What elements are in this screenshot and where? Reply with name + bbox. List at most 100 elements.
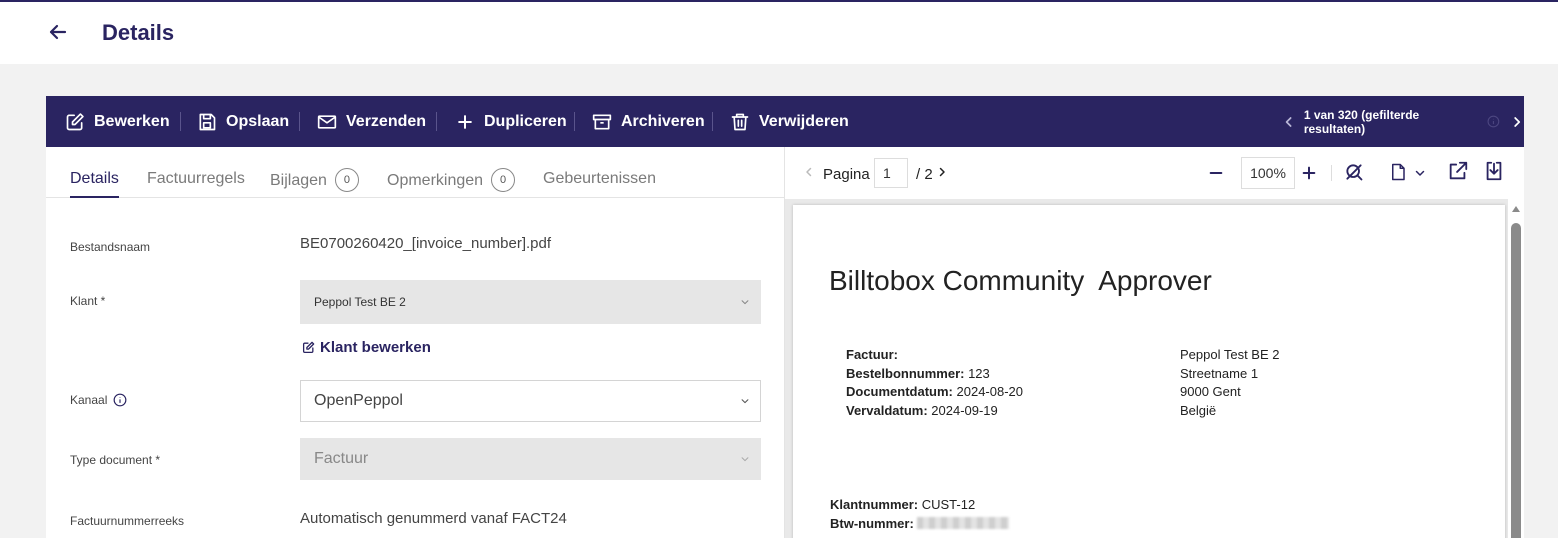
tab-details-label: Details xyxy=(70,170,119,187)
tab-events-label: Gebeurtenissen xyxy=(543,170,656,187)
arrow-left-icon[interactable] xyxy=(46,20,70,44)
info-icon[interactable] xyxy=(113,393,127,407)
viewer-divider xyxy=(1331,165,1332,181)
document-title: Billtobox Community Approver xyxy=(829,265,1212,296)
scrollbar-thumb[interactable] xyxy=(1511,223,1521,538)
doctype-select[interactable]: Factuur xyxy=(300,438,761,480)
delete-button[interactable]: Verwijderen xyxy=(730,96,849,147)
channel-select[interactable]: OpenPeppol xyxy=(300,380,761,422)
doctype-label: Type document * xyxy=(70,453,161,467)
action-toolbar: Bewerken Opslaan Verzenden Dupliceren Ar… xyxy=(46,96,1524,147)
tab-remarks[interactable]: Opmerkingen 0 xyxy=(387,168,516,192)
customer-no-label: Klantnummer: xyxy=(830,497,919,512)
tab-attachments[interactable]: Bijlagen 0 xyxy=(270,168,359,192)
zoom-input[interactable]: 100% xyxy=(1241,157,1295,189)
series-value: Automatisch genummerd vanaf FACT24 xyxy=(300,510,567,527)
page-label: Pagina xyxy=(823,166,870,183)
toolbar-divider xyxy=(180,112,181,131)
po-label: Bestelbonnummer: xyxy=(846,365,965,381)
filename-value: BE0700260420_[invoice_number].pdf xyxy=(300,235,552,252)
edit-customer-link[interactable]: Klant bewerken xyxy=(302,339,431,356)
envelope-icon xyxy=(317,114,337,129)
address-block: Peppol Test BE 2 Streetname 1 9000 Gent … xyxy=(1180,346,1280,420)
customer-meta-block: Klantnummer: CUST-12 Btw-nummer: xyxy=(830,496,1010,533)
edit-button-label: Bewerken xyxy=(94,112,170,130)
filename-label: Bestandsnaam xyxy=(70,240,151,254)
archive-box-icon xyxy=(592,114,612,129)
page-total: / 2 xyxy=(916,166,933,183)
chevron-left-icon[interactable] xyxy=(803,166,815,178)
record-pager: 1 van 320 (gefilterde resultaten) xyxy=(1282,96,1524,147)
archive-button[interactable]: Archiveren xyxy=(592,96,705,147)
edit-customer-label: Klant bewerken xyxy=(320,339,431,356)
floppy-disk-icon xyxy=(199,113,216,130)
download-icon[interactable] xyxy=(1483,160,1505,182)
plus-icon[interactable] xyxy=(1301,165,1317,181)
invoice-label: Factuur: xyxy=(846,347,898,362)
customer-select[interactable]: Peppol Test BE 2 xyxy=(300,280,761,324)
delete-button-label: Verwijderen xyxy=(759,112,849,130)
customer-no-value: CUST-12 xyxy=(918,497,976,512)
toolbar-divider xyxy=(299,112,300,131)
toolbar-divider xyxy=(436,112,437,131)
tab-invoice-lines[interactable]: Factuurregels xyxy=(147,170,245,188)
docdate-value: 2024-08-20 xyxy=(952,384,1024,399)
plus-icon xyxy=(458,114,472,129)
channel-label-row: Kanaal xyxy=(70,393,127,407)
edit-button[interactable]: Bewerken xyxy=(65,96,170,147)
pdf-preview-area: Billtobox Community Approver Factuur: Be… xyxy=(785,199,1524,538)
send-button[interactable]: Verzenden xyxy=(317,96,426,147)
pdf-viewer-toolbar: Pagina 1 / 2 100% xyxy=(785,147,1524,199)
pager-text: 1 van 320 (gefilterde resultaten) xyxy=(1303,107,1420,136)
tab-attachments-label: Bijlagen xyxy=(270,172,327,189)
chevron-right-icon[interactable] xyxy=(936,166,948,178)
remarks-count-badge: 0 xyxy=(491,168,516,192)
customer-select-value: Peppol Test BE 2 xyxy=(314,295,406,309)
scroll-up-arrow-icon[interactable] xyxy=(1511,205,1521,213)
chevron-right-icon[interactable] xyxy=(1510,115,1524,129)
page-number-input[interactable]: 1 xyxy=(874,158,908,188)
save-button[interactable]: Opslaan xyxy=(197,96,289,147)
chevron-down-icon xyxy=(741,300,749,305)
address-name: Peppol Test BE 2 xyxy=(1180,347,1280,362)
tab-details[interactable]: Details xyxy=(70,170,119,198)
vat-label: Btw-nummer: xyxy=(830,515,914,531)
archive-button-label: Archiveren xyxy=(621,112,705,130)
no-zoom-icon[interactable] xyxy=(1344,162,1364,182)
po-value: 123 xyxy=(964,365,990,381)
chevron-down-icon xyxy=(741,457,749,462)
toolbar-divider xyxy=(712,112,713,131)
address-street: Streetname 1 xyxy=(1180,365,1259,381)
docdate-label: Documentdatum: xyxy=(846,384,953,399)
trash-icon xyxy=(731,113,749,130)
pencil-square-icon xyxy=(302,341,315,354)
invoice-meta-block: Factuur: Bestelbonnummer: 123 Documentda… xyxy=(846,346,1023,420)
tab-invoice-lines-label: Factuurregels xyxy=(147,170,245,187)
address-city: 9000 Gent xyxy=(1180,384,1241,399)
duplicate-button[interactable]: Dupliceren xyxy=(455,96,567,147)
chevron-left-icon[interactable] xyxy=(1282,115,1296,129)
channel-select-value: OpenPeppol xyxy=(314,392,403,409)
address-country: België xyxy=(1180,402,1217,418)
pdf-page: Billtobox Community Approver Factuur: Be… xyxy=(793,205,1505,538)
info-icon xyxy=(1487,115,1500,128)
toolbar-divider xyxy=(574,112,575,131)
details-card: Bewerken Opslaan Verzenden Dupliceren Ar… xyxy=(46,96,1524,538)
details-tabs: Details Factuurregels Bijlagen 0 Opmerki… xyxy=(46,147,784,198)
send-button-label: Verzenden xyxy=(346,112,427,130)
chevron-down-icon xyxy=(741,399,749,404)
minus-icon[interactable] xyxy=(1208,165,1224,181)
page-title: Details xyxy=(102,20,175,45)
attachments-count-badge: 0 xyxy=(334,168,359,192)
file-icon[interactable] xyxy=(1389,162,1407,182)
channel-label: Kanaal xyxy=(70,393,108,407)
chevron-down-icon[interactable] xyxy=(1414,167,1426,179)
page-header: Details xyxy=(0,2,1558,64)
duplicate-button-label: Dupliceren xyxy=(484,112,567,130)
duedate-value: 2024-09-19 xyxy=(927,402,998,418)
tab-events[interactable]: Gebeurtenissen xyxy=(543,170,656,188)
series-label: Factuurnummerreeks xyxy=(70,514,185,528)
external-link-icon[interactable] xyxy=(1447,160,1469,182)
vat-number-redacted xyxy=(917,516,1010,529)
scrollbar[interactable] xyxy=(1508,199,1524,538)
